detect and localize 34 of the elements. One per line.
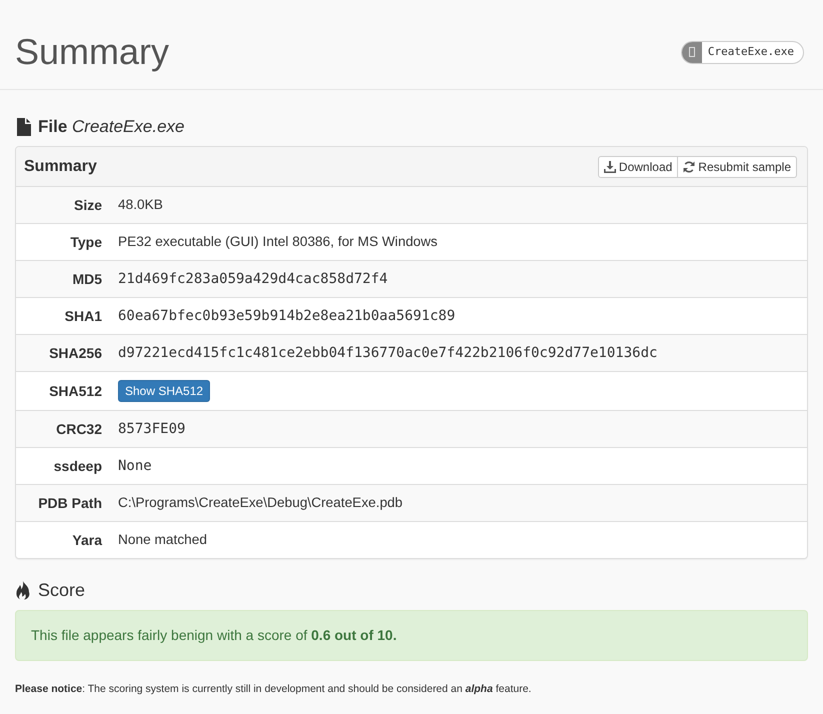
row-label: SHA256 — [48, 344, 103, 362]
row-label: Yara — [71, 530, 104, 550]
rectangle-icon — [688, 47, 695, 57]
hash-value: d97221ecd415fc1c481ce2ebb04f136770ac0e7f422b2106f0c92d77e10136dc — [117, 344, 658, 362]
hash-value: None — [117, 456, 152, 476]
notice-text: Please notice: The scoring system is currently still in development and should be considered an alpha feature. — [15, 682, 532, 697]
refresh-icon — [683, 160, 696, 172]
resubmit-button[interactable]: Resubmit sample — [678, 156, 797, 178]
row-value: None matched — [117, 530, 208, 549]
row-label: SHA1 — [64, 306, 103, 326]
row-label: Type — [69, 232, 103, 252]
panel-title: Summary — [24, 156, 97, 176]
row-value: 48.0KB — [117, 196, 163, 214]
hash-value: 60ea67bfec0b93e59b914b2e8ea21b0aa5691c89 — [117, 306, 456, 326]
page-title: Summary — [15, 30, 170, 74]
row-value: PE32 executable (GUI) Intel 80386, for MS Windows — [117, 232, 438, 251]
download-icon — [604, 160, 616, 172]
download-button[interactable]: Download — [598, 156, 678, 178]
flame-icon — [16, 580, 32, 600]
row-label: ssdeep — [52, 456, 103, 476]
badge-label: CreateExe.exe — [706, 44, 795, 60]
row-label: Size — [72, 196, 103, 214]
hash-value: 21d469fc283a059a429d4cac858d72f4 — [117, 270, 388, 288]
file-icon — [17, 118, 31, 136]
row-label: SHA512 — [48, 382, 103, 400]
show-hash-button[interactable]: Show SHA512 — [118, 380, 210, 402]
row-value: C:\Programs\CreateExe\Debug\CreateExe.pdb — [117, 494, 403, 512]
row-label: PDB Path — [37, 494, 103, 512]
score-heading: Score — [38, 579, 86, 602]
row-label: CRC32 — [55, 420, 103, 438]
row-label: MD5 — [71, 270, 103, 288]
file-heading: File CreateExe.exe — [38, 116, 184, 138]
hash-value: 8573FE09 — [117, 420, 186, 438]
score-message: This file appears fairly benign with a score of 0.6 out of 10. — [31, 626, 397, 645]
